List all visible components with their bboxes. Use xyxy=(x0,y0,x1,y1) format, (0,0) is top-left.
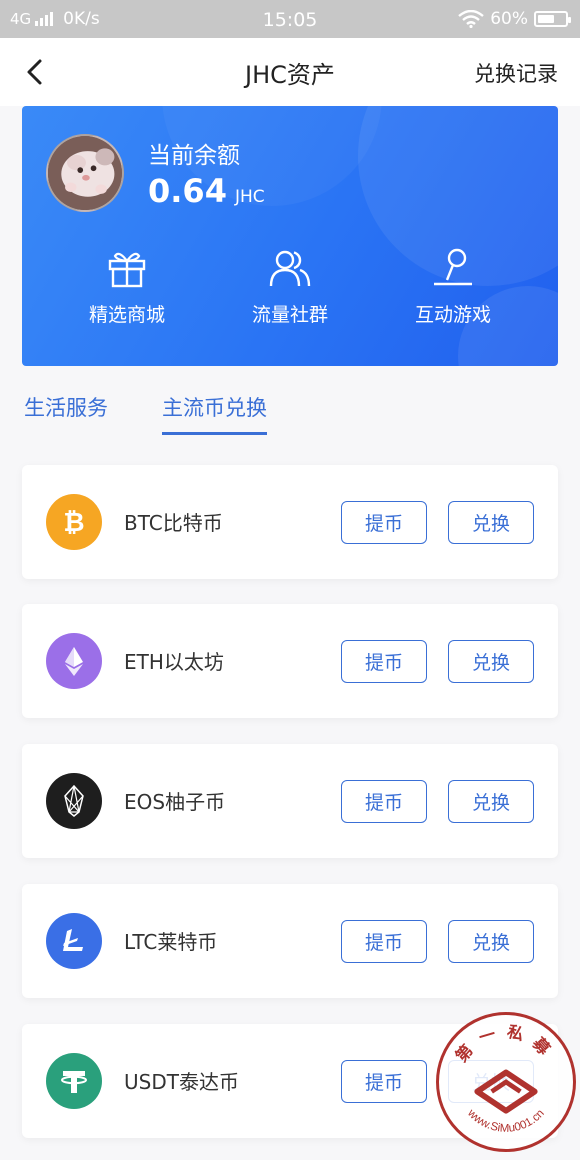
shortcut-community[interactable]: 流量社群 xyxy=(210,246,370,327)
list-item-btc: ₿ BTC比特币 提币 兑换 xyxy=(22,465,558,579)
exchange-button[interactable]: 兑换 xyxy=(448,920,534,963)
bitcoin-icon: ₿ xyxy=(46,494,102,550)
ethereum-icon xyxy=(46,633,102,689)
battery-percent: 60% xyxy=(490,9,528,29)
coin-name: EOS柚子币 xyxy=(124,790,226,814)
withdraw-button[interactable]: 提币 xyxy=(341,501,427,544)
gift-icon xyxy=(108,252,146,288)
balance-amount: 0.64 xyxy=(148,172,227,210)
battery-fill xyxy=(538,15,554,23)
coin-name: ETH以太坊 xyxy=(124,650,224,674)
coin-name: BTC比特币 xyxy=(124,511,223,535)
community-icon xyxy=(269,250,311,287)
joystick-icon xyxy=(434,248,472,286)
coin-name: USDT泰达币 xyxy=(124,1070,239,1094)
avatar[interactable] xyxy=(46,134,124,212)
list-item-ltc: LTC莱特币 提币 兑换 xyxy=(22,884,558,998)
wifi-icon xyxy=(458,10,484,28)
shortcut-label: 精选商城 xyxy=(88,304,165,326)
category-tabs: 生活服务 主流币兑换 xyxy=(22,392,558,442)
balance-unit: JHC xyxy=(234,187,265,207)
exchange-history-link[interactable]: 兑换记录 xyxy=(474,58,558,88)
litecoin-icon xyxy=(46,913,102,969)
list-item-eth: ETH以太坊 提币 兑换 xyxy=(22,604,558,718)
balance-label: 当前余额 xyxy=(148,143,240,169)
shortcut-games[interactable]: 互动游戏 xyxy=(373,246,533,327)
avatar-image xyxy=(48,136,122,210)
withdraw-button[interactable]: 提币 xyxy=(341,920,427,963)
nav-bar: JHC资产 兑换记录 xyxy=(0,38,580,106)
exchange-button[interactable]: 兑换 xyxy=(448,640,534,683)
balance-banner: 当前余额 0.64 JHC 精选商城 流量社群 互动游戏 xyxy=(22,106,558,366)
withdraw-button[interactable]: 提币 xyxy=(341,640,427,683)
tab-life-services[interactable]: 生活服务 xyxy=(24,392,108,432)
list-item-eos: EOS柚子币 提币 兑换 xyxy=(22,744,558,858)
seal-logo-icon: 第一私募 www.SiMu001.cn xyxy=(452,1023,560,1135)
eos-icon xyxy=(46,773,102,829)
tether-icon xyxy=(46,1053,102,1109)
shortcut-mall[interactable]: 精选商城 xyxy=(47,246,207,327)
battery-icon xyxy=(534,11,571,27)
tab-mainstream-exchange[interactable]: 主流币兑换 xyxy=(162,392,267,435)
watermark-seal: 第一私募 www.SiMu001.cn xyxy=(436,1012,576,1152)
withdraw-button[interactable]: 提币 xyxy=(341,780,427,823)
withdraw-button[interactable]: 提币 xyxy=(341,1060,427,1103)
status-bar: 4G 0K/s 15:05 60% xyxy=(0,0,580,38)
exchange-button[interactable]: 兑换 xyxy=(448,780,534,823)
svg-text:₿: ₿ xyxy=(63,507,84,537)
svg-text:第一私募: 第一私募 xyxy=(452,1023,560,1066)
shortcut-label: 流量社群 xyxy=(251,304,328,326)
shortcut-label: 互动游戏 xyxy=(414,304,491,326)
coin-name: LTC莱特币 xyxy=(124,930,218,954)
exchange-button[interactable]: 兑换 xyxy=(448,501,534,544)
balance: 0.64 JHC xyxy=(148,172,265,210)
